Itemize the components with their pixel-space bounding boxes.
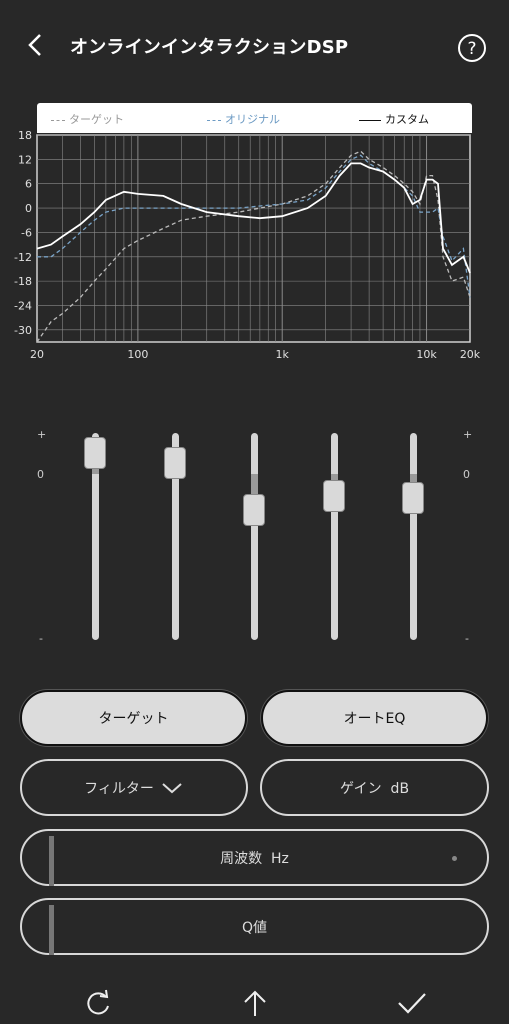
x-tick-label: 20k: [460, 348, 481, 361]
eq-scale-plus-left: +: [37, 428, 47, 441]
page-title: オンラインインタラクションDSP: [70, 37, 349, 58]
chevron-down-icon: [162, 782, 182, 793]
plot-area: [36, 134, 471, 343]
reset-button[interactable]: [84, 988, 114, 1018]
eq-scale-zero-right: 0: [463, 468, 470, 481]
y-tick-label: -6: [21, 226, 32, 239]
legend-target: ターゲット: [51, 111, 124, 127]
y-tick-label: -24: [14, 299, 32, 312]
help-button[interactable]: ?: [457, 33, 487, 63]
gain-label: ゲイン dB: [339, 780, 410, 797]
frequency-label: 周波数 Hz: [220, 850, 289, 867]
frequency-slider-handle[interactable]: [49, 836, 54, 886]
auto-eq-button-label: オートEQ: [343, 711, 406, 727]
eq-slider-track[interactable]: [409, 433, 417, 640]
y-tick-label: -30: [14, 324, 32, 337]
y-tick-label: -18: [14, 275, 32, 288]
legend-target-label: ターゲット: [69, 113, 124, 126]
frequency-indicator-dot: [452, 856, 457, 861]
eq-scale-zero-left: 0: [37, 468, 44, 481]
eq-slider-track[interactable]: [330, 433, 338, 640]
eq-scale-minus-left: -: [39, 632, 43, 645]
eq-scale-plus-right: +: [463, 428, 473, 441]
y-tick-label: 6: [25, 178, 32, 191]
legend-original-label: オリジナル: [225, 113, 280, 126]
eq-slider-knob[interactable]: [243, 494, 265, 527]
x-tick-label: 20: [30, 348, 44, 361]
y-tick-label: 18: [18, 130, 32, 142]
legend-custom-label: カスタム: [385, 113, 429, 126]
legend-custom: カスタム: [359, 111, 429, 127]
reset-icon: [87, 989, 109, 1015]
target-button[interactable]: ターゲット: [20, 690, 247, 746]
frequency-slider[interactable]: 周波数 Hz: [20, 829, 489, 886]
eq-slider-knob[interactable]: [164, 447, 186, 479]
q-value-slider[interactable]: Q値: [20, 898, 489, 955]
x-tick-label: 10k: [416, 348, 437, 361]
eq-slider-knob[interactable]: [402, 482, 424, 514]
x-tick-label: 100: [127, 348, 148, 361]
chart-legend: ターゲット オリジナル カスタム: [37, 103, 472, 133]
q-value-slider-handle[interactable]: [49, 905, 54, 955]
eq-scale-minus-right: -: [465, 632, 469, 645]
eq-slider-track[interactable]: [250, 433, 258, 640]
back-button[interactable]: [22, 30, 48, 60]
eq-slider-knob[interactable]: [84, 436, 106, 469]
check-icon: [398, 993, 426, 1014]
target-button-label: ターゲット: [98, 711, 169, 727]
q-value-label: Q値: [241, 919, 268, 936]
upload-button[interactable]: [240, 988, 270, 1018]
help-icon: ?: [458, 34, 486, 62]
legend-original: オリジナル: [207, 111, 280, 127]
filter-label: フィルター: [84, 780, 154, 797]
eq-slider-knob[interactable]: [323, 480, 345, 513]
auto-eq-button[interactable]: オートEQ: [261, 690, 488, 746]
x-tick-label: 1k: [276, 348, 290, 361]
upload-icon: [244, 990, 266, 1016]
confirm-button[interactable]: [396, 990, 428, 1018]
y-tick-label: -12: [14, 251, 32, 264]
y-tick-label: 0: [25, 202, 32, 215]
frequency-response-chart: 18 12 6 0 -6 -12 -18 -24 -30 20 100 1k 10k 20k: [14, 130, 481, 361]
filter-dropdown[interactable]: フィルター: [20, 759, 248, 816]
gain-field[interactable]: ゲイン dB: [260, 759, 489, 816]
svg-text:?: ?: [467, 39, 476, 59]
y-tick-label: 12: [18, 153, 32, 166]
chevron-left-icon: [28, 34, 41, 56]
